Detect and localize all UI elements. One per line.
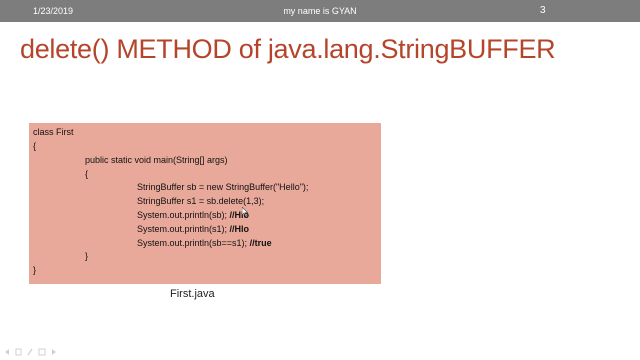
code-line-8-comment: //Hlo: [229, 224, 250, 234]
code-line-1: class First: [33, 127, 74, 137]
code-line-8-code: System.out.println(s1);: [137, 224, 228, 234]
code-line-11: }: [33, 265, 37, 275]
slide-header-bar: 1/23/2019 my name is GYAN 3: [0, 0, 640, 22]
slide-navigation-toolbar[interactable]: [4, 347, 64, 357]
slide-page-number: 3: [540, 5, 546, 16]
code-line-9-comment: //true: [249, 238, 272, 248]
slide-navigation-icons[interactable]: [4, 347, 64, 357]
code-block: class First { public static void main(St…: [29, 123, 381, 284]
slide-title: delete() METHOD of java.lang.StringBUFFE…: [20, 34, 556, 64]
code-line-7-code: System.out.println(sb);: [137, 210, 228, 220]
slide-caption: First.java: [170, 288, 215, 300]
code-line-7: System.out.println(sb); //Hlo: [137, 210, 249, 220]
code-line-9-code: System.out.println(sb==s1);: [137, 238, 248, 248]
code-line-3: public static void main(String[] args): [85, 155, 228, 165]
code-line-2: {: [33, 141, 37, 151]
code-line-4: {: [85, 169, 89, 179]
code-line-9: System.out.println(sb==s1); //true: [137, 238, 272, 248]
mouse-cursor-icon: [241, 206, 249, 217]
code-line-5: StringBuffer sb = new StringBuffer("Hell…: [137, 182, 309, 192]
code-line-6: StringBuffer s1 = sb.delete(1,3);: [137, 196, 265, 206]
code-line-8: System.out.println(s1); //Hlo: [137, 224, 249, 234]
code-line-10: }: [85, 251, 89, 261]
